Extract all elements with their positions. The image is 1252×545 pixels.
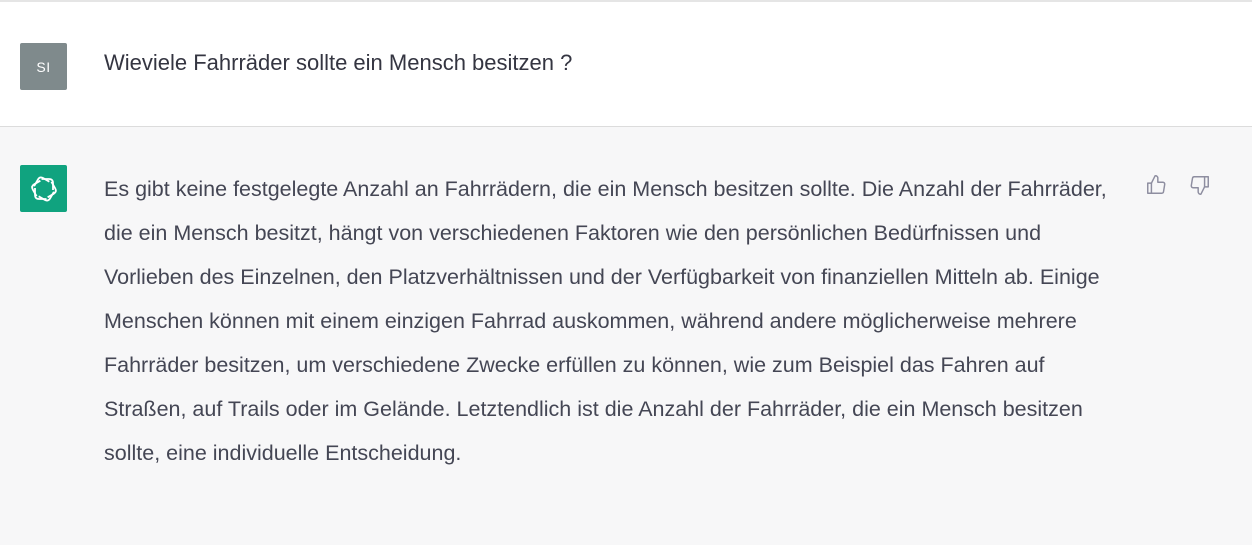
- user-message-text: Wieviele Fahrräder sollte ein Mensch bes…: [104, 50, 573, 75]
- openai-logo-icon: [30, 176, 57, 201]
- thumbs-down-icon: [1190, 176, 1209, 195]
- user-avatar: SI: [20, 43, 67, 90]
- assistant-avatar: [20, 165, 67, 212]
- user-message-row: SI Wieviele Fahrräder sollte ein Mensch …: [0, 0, 1252, 127]
- thumbs-up-button[interactable]: [1142, 171, 1170, 199]
- assistant-message-text: Es gibt keine festgelegte Anzahl an Fahr…: [104, 177, 1107, 465]
- thumbs-up-icon: [1147, 175, 1166, 194]
- assistant-message-row: Es gibt keine festgelegte Anzahl an Fahr…: [0, 127, 1252, 545]
- chat-thread: SI Wieviele Fahrräder sollte ein Mensch …: [0, 0, 1252, 545]
- thumbs-down-button[interactable]: [1186, 171, 1214, 199]
